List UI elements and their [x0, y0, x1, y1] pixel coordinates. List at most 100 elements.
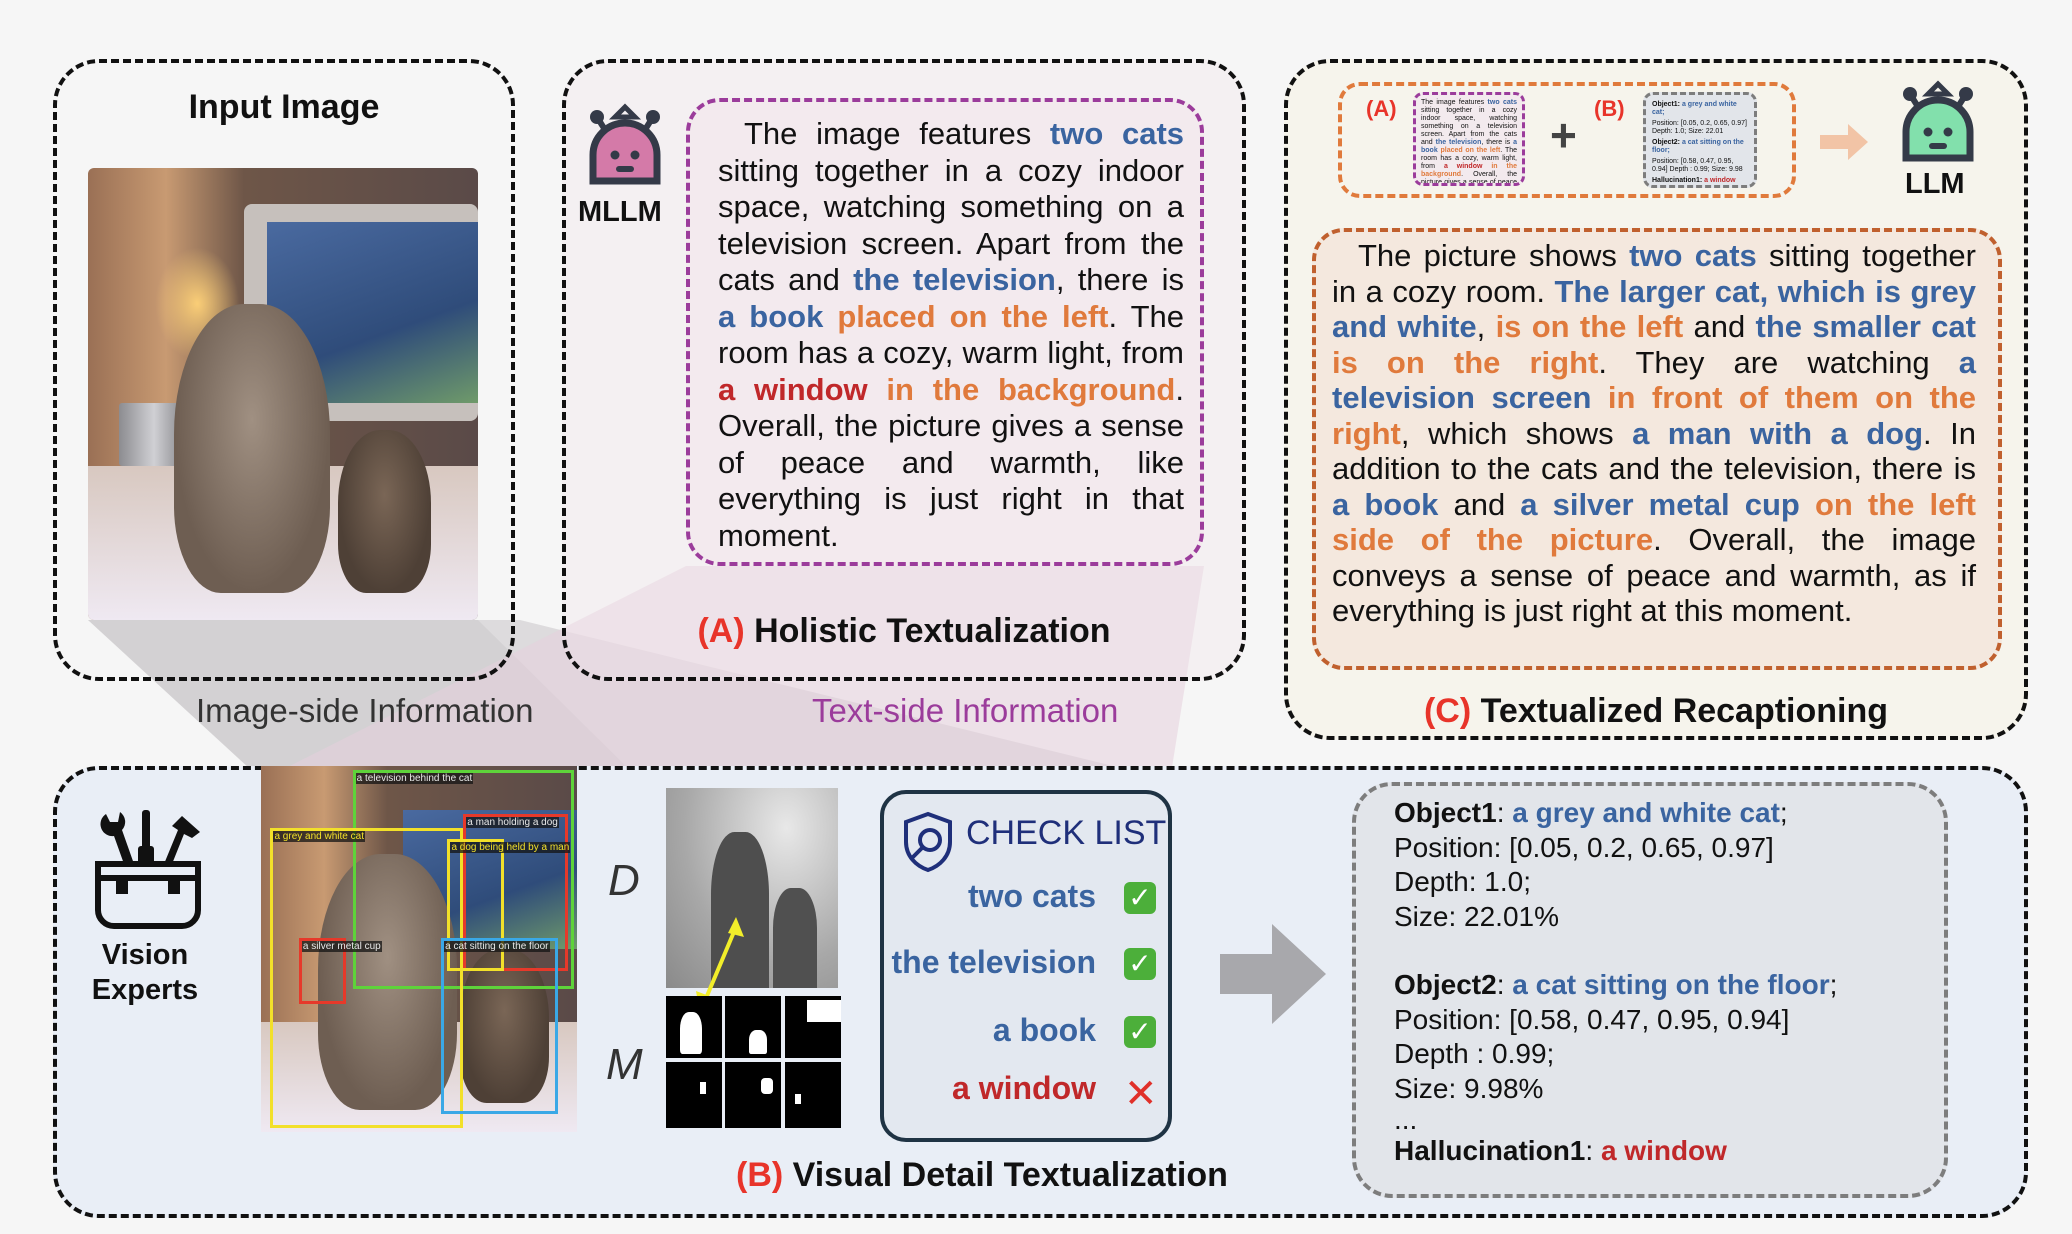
toolbox-icon — [95, 810, 201, 929]
checklist-card: CHECK LIST two cats ✓ the television ✓ a boo… — [880, 790, 1172, 1142]
text-segment: , there is — [1481, 139, 1514, 146]
orange-highlight: placed on the left — [1440, 147, 1501, 154]
mini-b-text: Object1: a grey and white cat; Position: … — [1652, 101, 1748, 185]
text-segment: , — [1476, 309, 1496, 344]
check-mark-icon: ✓ — [1124, 948, 1156, 980]
panel-b-caption-prefix: (B) — [736, 1156, 784, 1194]
mini-b-line: Hallucination1: a window — [1652, 177, 1748, 185]
object2-size: Size: 9.98% — [1394, 1072, 1544, 1104]
image-side-label: Image-side Information — [196, 692, 534, 729]
panel-c-caption-prefix: (C) — [1423, 692, 1472, 730]
llm-label: LLM — [1905, 168, 1965, 200]
mini-b-line: Position: [0.05, 0.2, 0.65, 0.97] Depth:… — [1652, 120, 1747, 135]
blue-highlight: a man with a dog — [1632, 415, 1924, 451]
depth-label: D — [608, 856, 640, 905]
blue-highlight: two cats — [1049, 116, 1185, 151]
text-segment: The picture shows — [1358, 238, 1630, 273]
mllm-caption-text: The image features two cats sitting toge… — [718, 116, 1184, 553]
orange-highlight: in the background — [886, 371, 1176, 407]
text-segment — [1800, 487, 1815, 522]
shield-search-icon — [904, 811, 952, 873]
vision-experts-label: Vision Experts — [60, 938, 230, 1008]
orange-highlight: placed on the left — [837, 298, 1109, 334]
input-a-label: (A) — [1366, 96, 1397, 121]
mini-a-box: The image features two cats sitting toge… — [1413, 92, 1525, 186]
mask-2 — [725, 996, 781, 1058]
checklist-item-label: a window — [952, 1070, 1096, 1106]
hallucination-line: Hallucination1: a window — [1394, 1135, 1727, 1166]
mllm-caption-box: The image features two cats sitting toge… — [686, 98, 1204, 566]
text-side-label: Text-side Information — [812, 692, 1119, 729]
detection-label: a grey and white cat — [273, 831, 365, 843]
mllm-label: MLLM — [578, 196, 662, 228]
detection-label: a dog being held by a man — [450, 842, 571, 854]
blue-highlight: the television — [853, 262, 1056, 297]
input-photo — [88, 168, 478, 620]
llm-robot-icon — [1902, 80, 1974, 162]
panel-c-caption: (C) Textualized Recaptioning — [1284, 692, 2028, 731]
object2-line: Object2: a cat sitting on the floor; — [1394, 969, 1838, 1000]
blue-highlight: a book — [718, 298, 824, 334]
blue-highlight: the smaller cat — [1755, 309, 1976, 344]
panel-b-caption: (B) Visual Detail Textualization — [736, 1156, 1228, 1195]
object-descriptions-box: Object1: a grey and white cat; Position:… — [1352, 782, 1948, 1198]
red-highlight: a window — [1443, 163, 1483, 170]
plus-icon: + — [1550, 109, 1577, 161]
mini-b-line: Position: [0.58, 0.47, 0.95, 0.94] Depth… — [1652, 158, 1743, 173]
mask-6 — [785, 1062, 841, 1128]
mini-b-box: Object1: a grey and white cat; Position: … — [1643, 92, 1757, 188]
detection-box: a cat sitting on the floor — [441, 938, 559, 1114]
depth-cat2 — [772, 888, 818, 988]
mini-b-key: Object1: — [1652, 101, 1682, 108]
panel-c-caption-text: Textualized Recaptioning — [1480, 692, 1889, 730]
detection-image: a television behind the cat a grey and wh… — [261, 766, 577, 1132]
mask-3 — [785, 996, 841, 1058]
check-mark-icon: ✓ — [1124, 882, 1156, 914]
object1-line: Object1: a grey and white cat; — [1394, 797, 1788, 828]
mini-b-line: Object1: a grey and white cat; — [1652, 101, 1748, 117]
orange-highlight: is on the right — [1332, 344, 1599, 380]
object2-key: Object2 — [1394, 969, 1497, 1000]
text-segment: and — [1438, 486, 1521, 522]
checklist-item-label: two cats — [967, 878, 1096, 914]
object1-size: Size: 22.01% — [1394, 900, 1559, 932]
hallucination-value: a window — [1600, 1135, 1727, 1166]
detection-label: a television behind the cat — [355, 772, 474, 784]
vision-experts-line2: Experts — [91, 974, 199, 1006]
cross-mark-icon: ✕ — [1124, 1072, 1158, 1116]
panel-a-caption-text: Holistic Textualization — [754, 612, 1111, 650]
text-segment — [868, 372, 887, 407]
blue-highlight: two cats — [1487, 99, 1517, 106]
panel-a-caption: (A) Holistic Textualization — [562, 612, 1246, 651]
big-arrow-icon — [1220, 924, 1326, 1024]
blue-highlight: a silver metal cup — [1520, 486, 1800, 522]
object1-depth: Depth: 1.0; — [1394, 866, 1531, 897]
input-image-title: Input Image — [188, 88, 380, 126]
small-cat-shape — [337, 430, 432, 593]
mask-5 — [725, 1062, 781, 1128]
detection-box: a silver metal cup — [298, 938, 382, 1004]
text-segment: , which shows — [1400, 415, 1633, 451]
blue-highlight: two cats — [1629, 238, 1757, 273]
mini-b-value: a window — [1704, 177, 1736, 184]
object1-position: Position: [0.05, 0.2, 0.65, 0.97] — [1394, 831, 1774, 863]
detection-label: a silver metal cup — [301, 941, 382, 953]
object2-value: a cat sitting on the floor — [1512, 969, 1830, 1000]
text-segment — [823, 299, 837, 334]
large-cat-shape — [173, 303, 330, 593]
recaption-text-box: The picture shows two cats sitting toget… — [1312, 228, 2002, 670]
mask-1 — [666, 996, 722, 1058]
mini-b-key: Hallucination1: — [1652, 177, 1705, 184]
text-segment: The image features — [1421, 99, 1488, 106]
object2-depth: Depth : 0.99; — [1394, 1038, 1555, 1069]
object1-key: Object1 — [1394, 797, 1497, 828]
checklist-item-label: the television — [891, 944, 1097, 980]
blue-highlight: a book — [1332, 486, 1439, 522]
input-b-label: (B) — [1594, 96, 1625, 121]
mini-b-line: Object2: a cat sitting on the floor; — [1652, 139, 1748, 155]
text-segment: The image features — [744, 116, 1050, 151]
hallucination-key: Hallucination1 — [1394, 1135, 1586, 1166]
orange-highlight: is on the left — [1495, 309, 1684, 344]
mllm-robot-icon — [589, 103, 661, 185]
arrow-right-icon — [1820, 124, 1868, 160]
